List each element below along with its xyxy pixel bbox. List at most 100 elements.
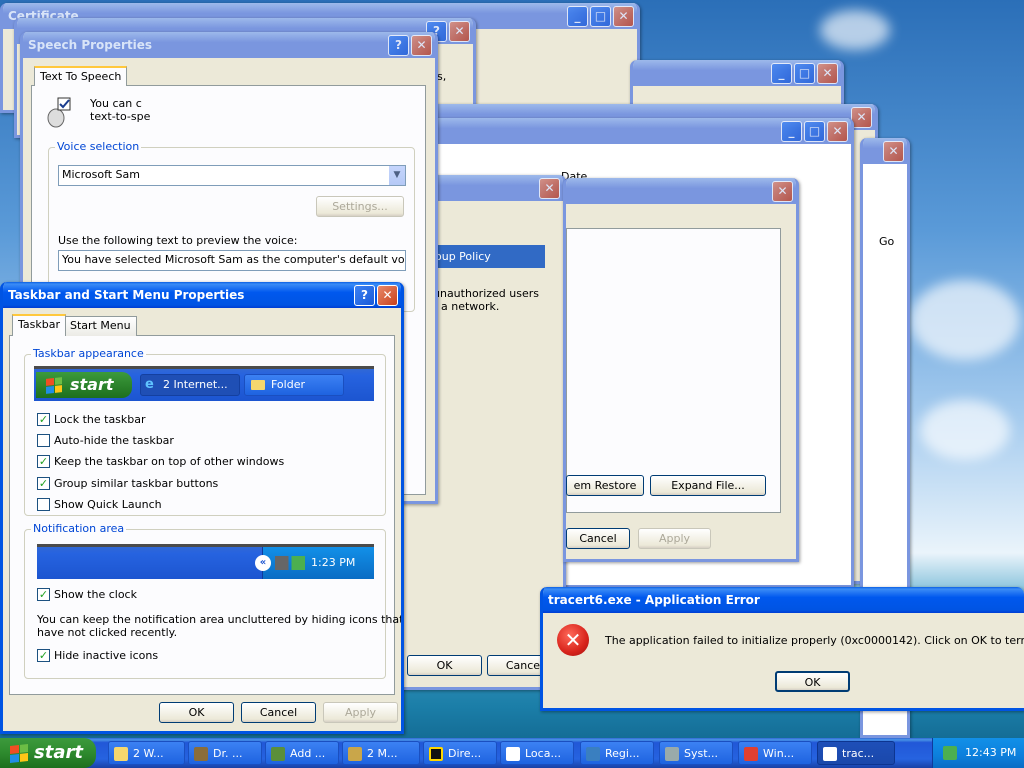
close-button[interactable]: ✕: [377, 285, 398, 306]
help-button[interactable]: ?: [354, 285, 375, 306]
checkbox-box[interactable]: ✓: [37, 413, 50, 426]
app-icon: [194, 747, 208, 761]
checkbox-box[interactable]: ✓: [37, 455, 50, 468]
close-button[interactable]: ✕: [851, 107, 872, 128]
apply-button[interactable]: Apply: [323, 702, 398, 723]
intro-text: You can c: [90, 97, 142, 110]
taskbar-item-tracert[interactable]: trac...: [817, 741, 895, 765]
taskbar-item-m[interactable]: 2 M...: [342, 741, 420, 765]
cloud: [820, 10, 890, 50]
checkbox-box[interactable]: ✓: [37, 477, 50, 490]
windows-flag-icon: [46, 377, 62, 394]
clock[interactable]: 12:43 PM: [965, 746, 1016, 759]
window-icon: [823, 747, 837, 761]
taskbar-properties-title-bar[interactable]: Taskbar and Start Menu Properties ? ✕: [3, 282, 401, 308]
preview-text-field[interactable]: You have selected Microsoft Sam as the c…: [58, 250, 406, 271]
preview-task-folder: Folder: [244, 374, 344, 396]
preview-task-internet: 2 Internet... e: [140, 374, 240, 396]
tab-taskbar[interactable]: Taskbar: [12, 314, 66, 336]
checkbox-box[interactable]: ✓: [37, 649, 50, 662]
folder-icon: [251, 380, 265, 390]
close-button[interactable]: ✕: [613, 6, 634, 27]
taskbar-item-windows[interactable]: Win...: [738, 741, 812, 765]
checkbox-label: Group similar taskbar buttons: [54, 477, 219, 490]
bg-apply-button[interactable]: Apply: [638, 528, 711, 549]
minimize-button[interactable]: _: [781, 121, 802, 142]
notification-preview: 1:23 PM «: [37, 544, 374, 579]
bg-window-title[interactable]: _ □ ✕: [433, 118, 851, 144]
close-button[interactable]: ✕: [411, 35, 432, 56]
error-icon: ✕: [557, 624, 589, 656]
checkbox-box[interactable]: ✓: [37, 588, 50, 601]
close-button[interactable]: ✕: [817, 63, 838, 84]
taskbar: start 2 W... Dr. ... Add ... 2 M... Dire…: [0, 738, 1024, 768]
cloud: [920, 400, 1010, 460]
taskbar-item-local[interactable]: Loca...: [500, 741, 574, 765]
maximize-button[interactable]: □: [804, 121, 825, 142]
ie-icon: e: [145, 377, 154, 392]
application-error-dialog: tracert6.exe - Application Error ✕ The a…: [540, 587, 1024, 711]
minimize-button[interactable]: _: [567, 6, 588, 27]
group-buttons-checkbox[interactable]: ✓ Group similar taskbar buttons: [37, 477, 218, 490]
close-button[interactable]: ✕: [449, 21, 470, 42]
system-restore-button[interactable]: em Restore: [566, 475, 644, 496]
checkbox-label: Keep the taskbar on top of other windows: [54, 455, 285, 468]
cancel-button[interactable]: Cancel: [241, 702, 316, 723]
bg-window-title[interactable]: _ □ ✕: [633, 60, 841, 86]
tab-text-to-speech[interactable]: Text To Speech: [34, 66, 128, 86]
bg-window-8: ✕ em Restore Expand File... Cancel Apply: [563, 178, 799, 562]
checkbox-box[interactable]: [37, 434, 50, 447]
show-clock-checkbox[interactable]: ✓ Show the clock: [37, 588, 137, 601]
help-button[interactable]: ?: [388, 35, 409, 56]
taskbar-tab-panel: Taskbar appearance start 2 Internet... e…: [9, 335, 401, 695]
lock-taskbar-checkbox[interactable]: ✓ Lock the taskbar: [37, 413, 146, 426]
taskbar-item-dr[interactable]: Dr. ...: [188, 741, 262, 765]
folder-icon: [114, 747, 128, 761]
group-policy-row[interactable]: oup Policy: [433, 245, 545, 268]
speech-title-bar[interactable]: Speech Properties ? ✕: [23, 32, 435, 58]
taskbar-item-explorer[interactable]: 2 W...: [108, 741, 185, 765]
checkbox-box[interactable]: [37, 498, 50, 511]
notification-area-label: Notification area: [31, 522, 127, 535]
tab-start-menu[interactable]: Start Menu: [64, 316, 137, 336]
hide-inactive-checkbox[interactable]: ✓ Hide inactive icons: [37, 649, 158, 662]
taskbar-item-add[interactable]: Add ...: [265, 741, 339, 765]
maximize-button[interactable]: □: [794, 63, 815, 84]
auto-hide-checkbox[interactable]: Auto-hide the taskbar: [37, 434, 174, 447]
error-title-bar[interactable]: tracert6.exe - Application Error: [543, 587, 1024, 613]
network-icon[interactable]: [943, 746, 957, 760]
taskbar-preview: start 2 Internet... e Folder: [34, 366, 374, 401]
keep-on-top-checkbox[interactable]: ✓ Keep the taskbar on top of other window…: [37, 455, 284, 468]
error-message: The application failed to initialize pro…: [605, 634, 1024, 647]
checkbox-label: Lock the taskbar: [54, 413, 146, 426]
tray-icons: [275, 556, 305, 570]
bg-ok-button[interactable]: OK: [407, 655, 482, 676]
ok-button[interactable]: OK: [159, 702, 234, 723]
quick-launch-checkbox[interactable]: Show Quick Launch: [37, 498, 162, 511]
go-label[interactable]: Go: [879, 235, 894, 248]
close-button[interactable]: ✕: [827, 121, 848, 142]
close-button[interactable]: ✕: [772, 181, 793, 202]
add-remove-icon: [271, 747, 285, 761]
maximize-button[interactable]: □: [590, 6, 611, 27]
close-button[interactable]: ✕: [883, 141, 904, 162]
minimize-button[interactable]: _: [771, 63, 792, 84]
expand-file-button[interactable]: Expand File...: [650, 475, 766, 496]
bg-cancel-button[interactable]: Cancel: [566, 528, 630, 549]
registry-icon: [586, 747, 600, 761]
chevron-down-icon[interactable]: ▼: [388, 166, 405, 185]
speech-icon: [44, 96, 74, 128]
bg-window-title[interactable]: ✕: [863, 138, 907, 164]
close-button[interactable]: ✕: [539, 178, 560, 199]
taskbar-item-system[interactable]: Syst...: [659, 741, 733, 765]
chevron-left-icon: «: [255, 555, 271, 571]
settings-button[interactable]: Settings...: [316, 196, 404, 217]
bg-window-title[interactable]: ✕: [566, 178, 796, 204]
voice-select[interactable]: Microsoft Sam ▼: [58, 165, 406, 186]
system-icon: [665, 747, 679, 761]
checkbox-label: Show the clock: [54, 588, 137, 601]
taskbar-item-registry[interactable]: Regi...: [580, 741, 654, 765]
shield-icon: [744, 747, 758, 761]
taskbar-item-directx[interactable]: Dire...: [423, 741, 497, 765]
error-ok-button[interactable]: OK: [775, 671, 850, 692]
